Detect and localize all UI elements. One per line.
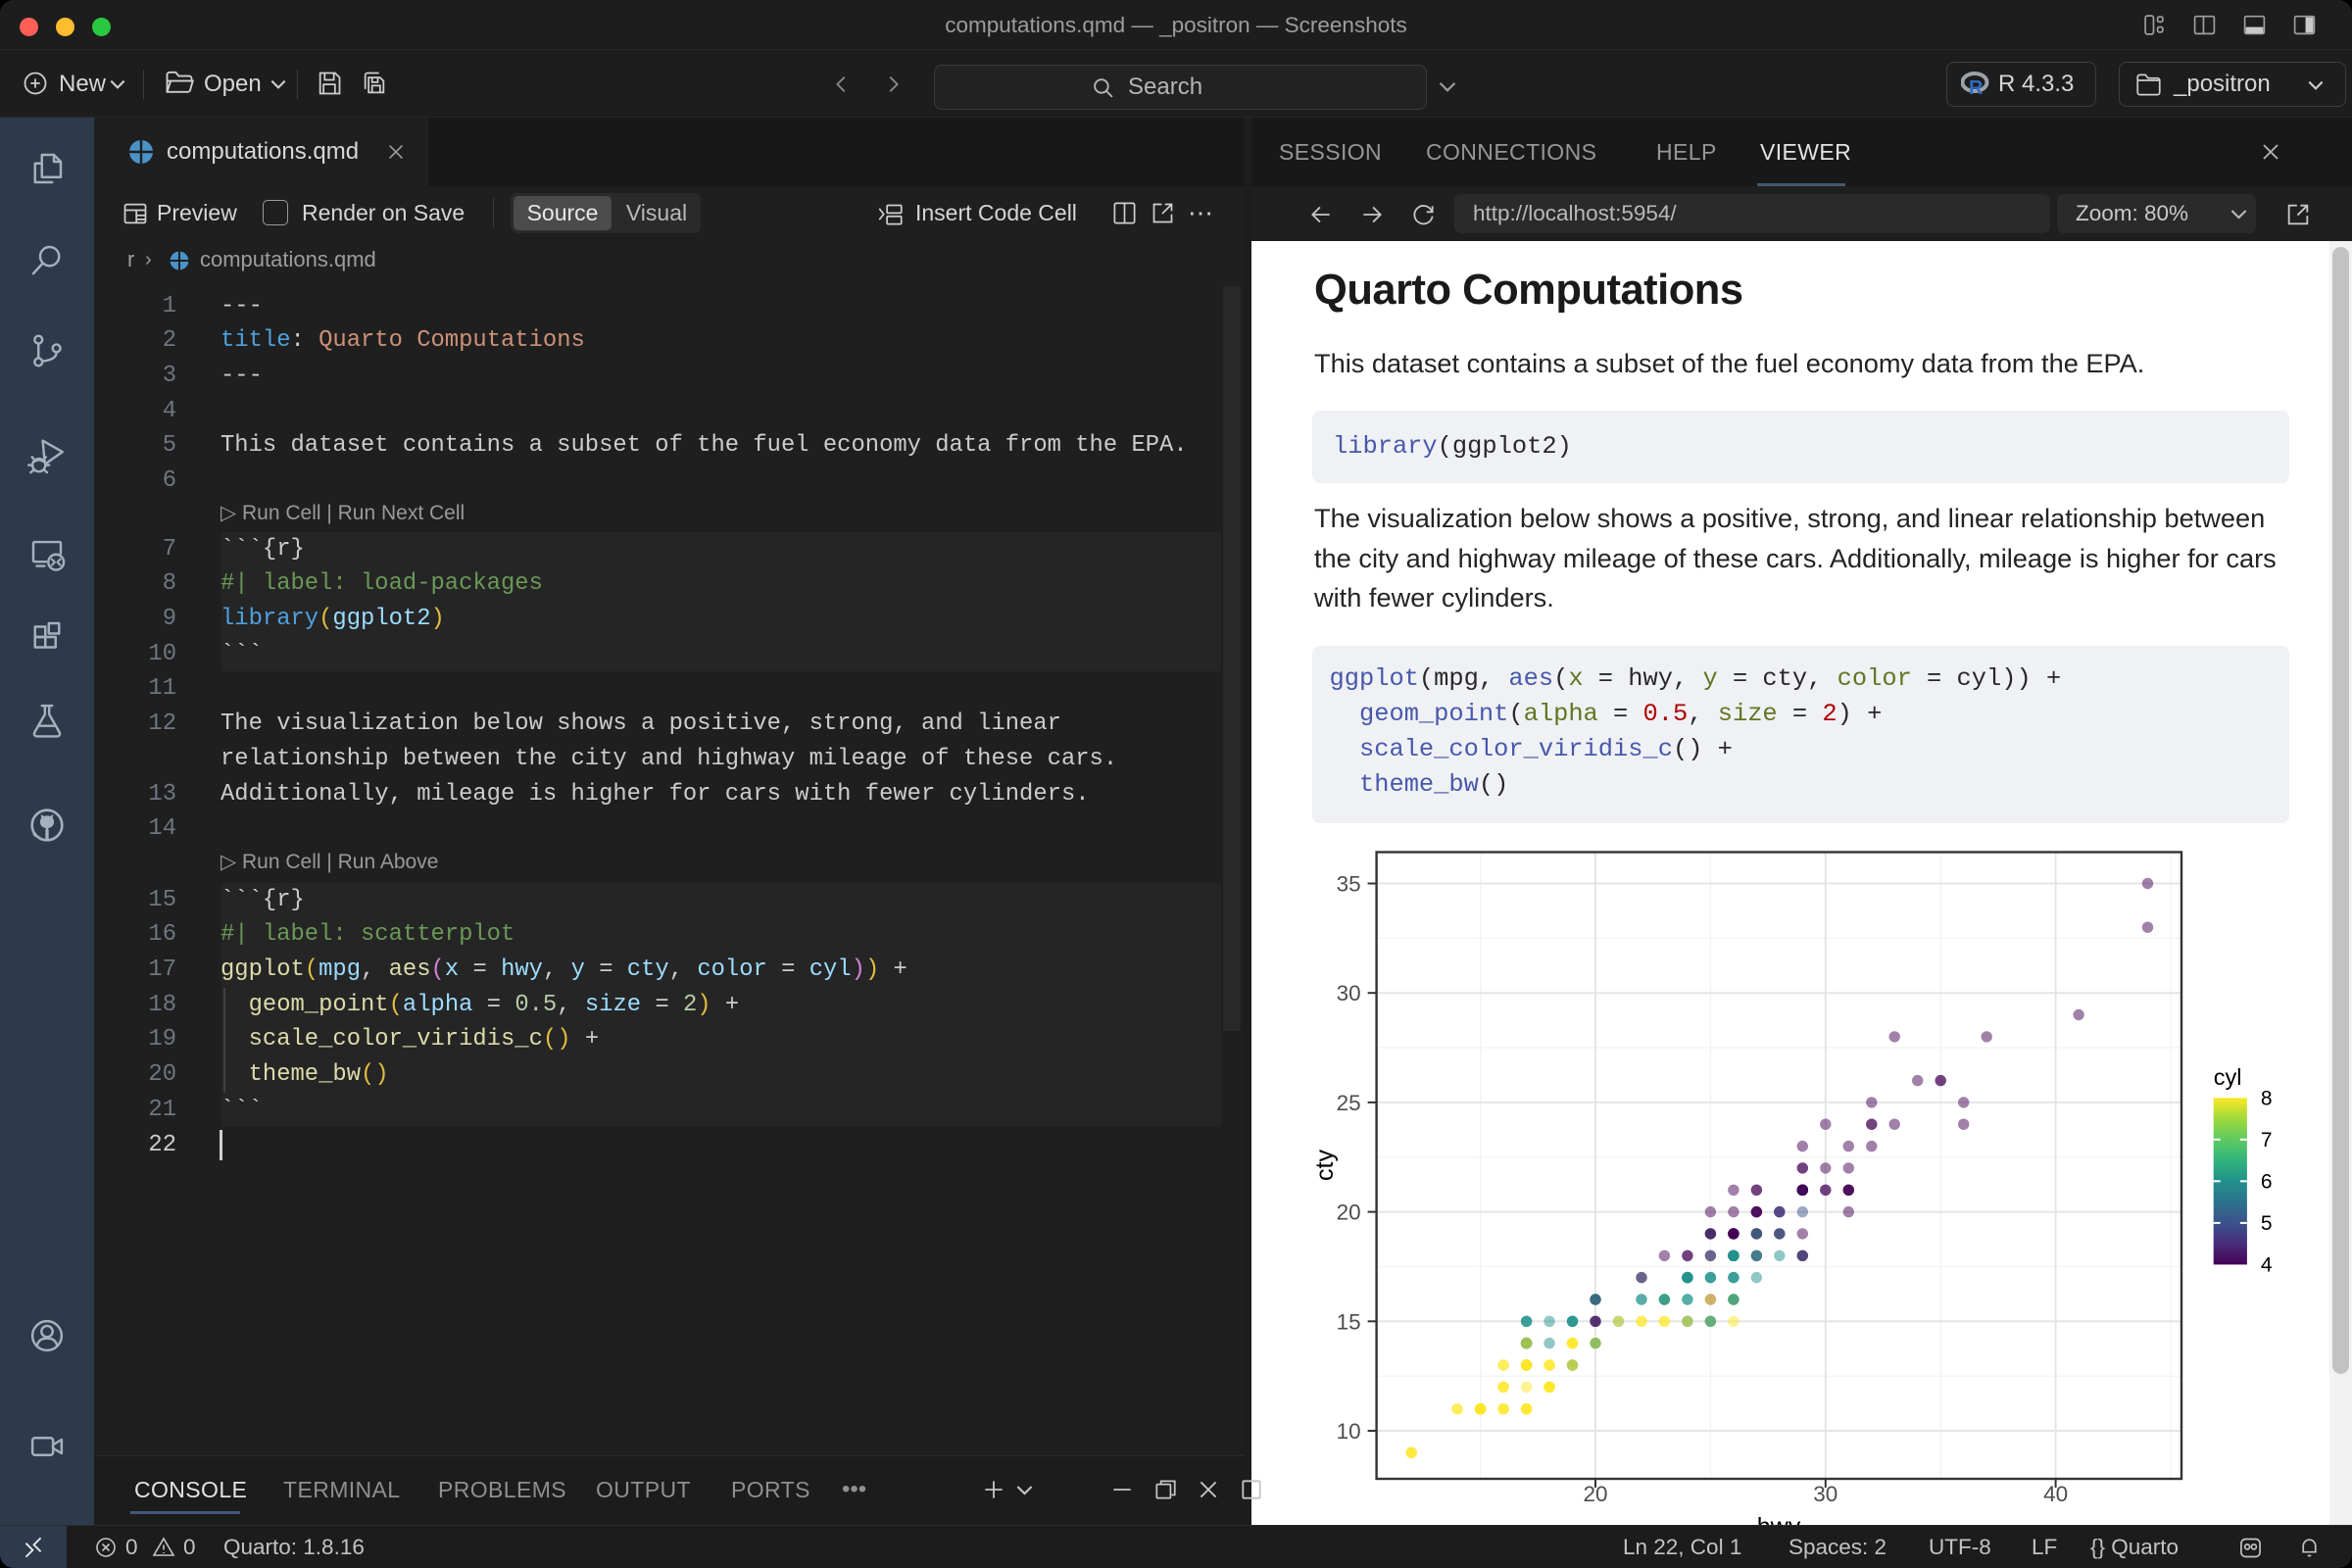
- svg-text:5: 5: [2261, 1212, 2273, 1235]
- svg-text:7: 7: [2261, 1129, 2273, 1152]
- svg-text:cyl: cyl: [2214, 1064, 2242, 1090]
- svg-text:20: 20: [1583, 1482, 1607, 1506]
- svg-text:35: 35: [1337, 872, 1361, 897]
- svg-text:4: 4: [2261, 1253, 2273, 1276]
- svg-text:15: 15: [1337, 1309, 1361, 1334]
- svg-text:20: 20: [1337, 1200, 1361, 1225]
- svg-text:hwy: hwy: [1757, 1513, 1801, 1525]
- svg-text:30: 30: [1813, 1482, 1838, 1506]
- svg-text:40: 40: [2043, 1482, 2068, 1506]
- svg-text:6: 6: [2261, 1170, 2273, 1193]
- svg-text:10: 10: [1337, 1419, 1361, 1444]
- svg-text:cty: cty: [1311, 1150, 1339, 1181]
- svg-text:R: R: [1969, 77, 1984, 97]
- svg-text:25: 25: [1337, 1091, 1361, 1115]
- svg-text:30: 30: [1337, 981, 1361, 1005]
- svg-text:8: 8: [2261, 1087, 2273, 1109]
